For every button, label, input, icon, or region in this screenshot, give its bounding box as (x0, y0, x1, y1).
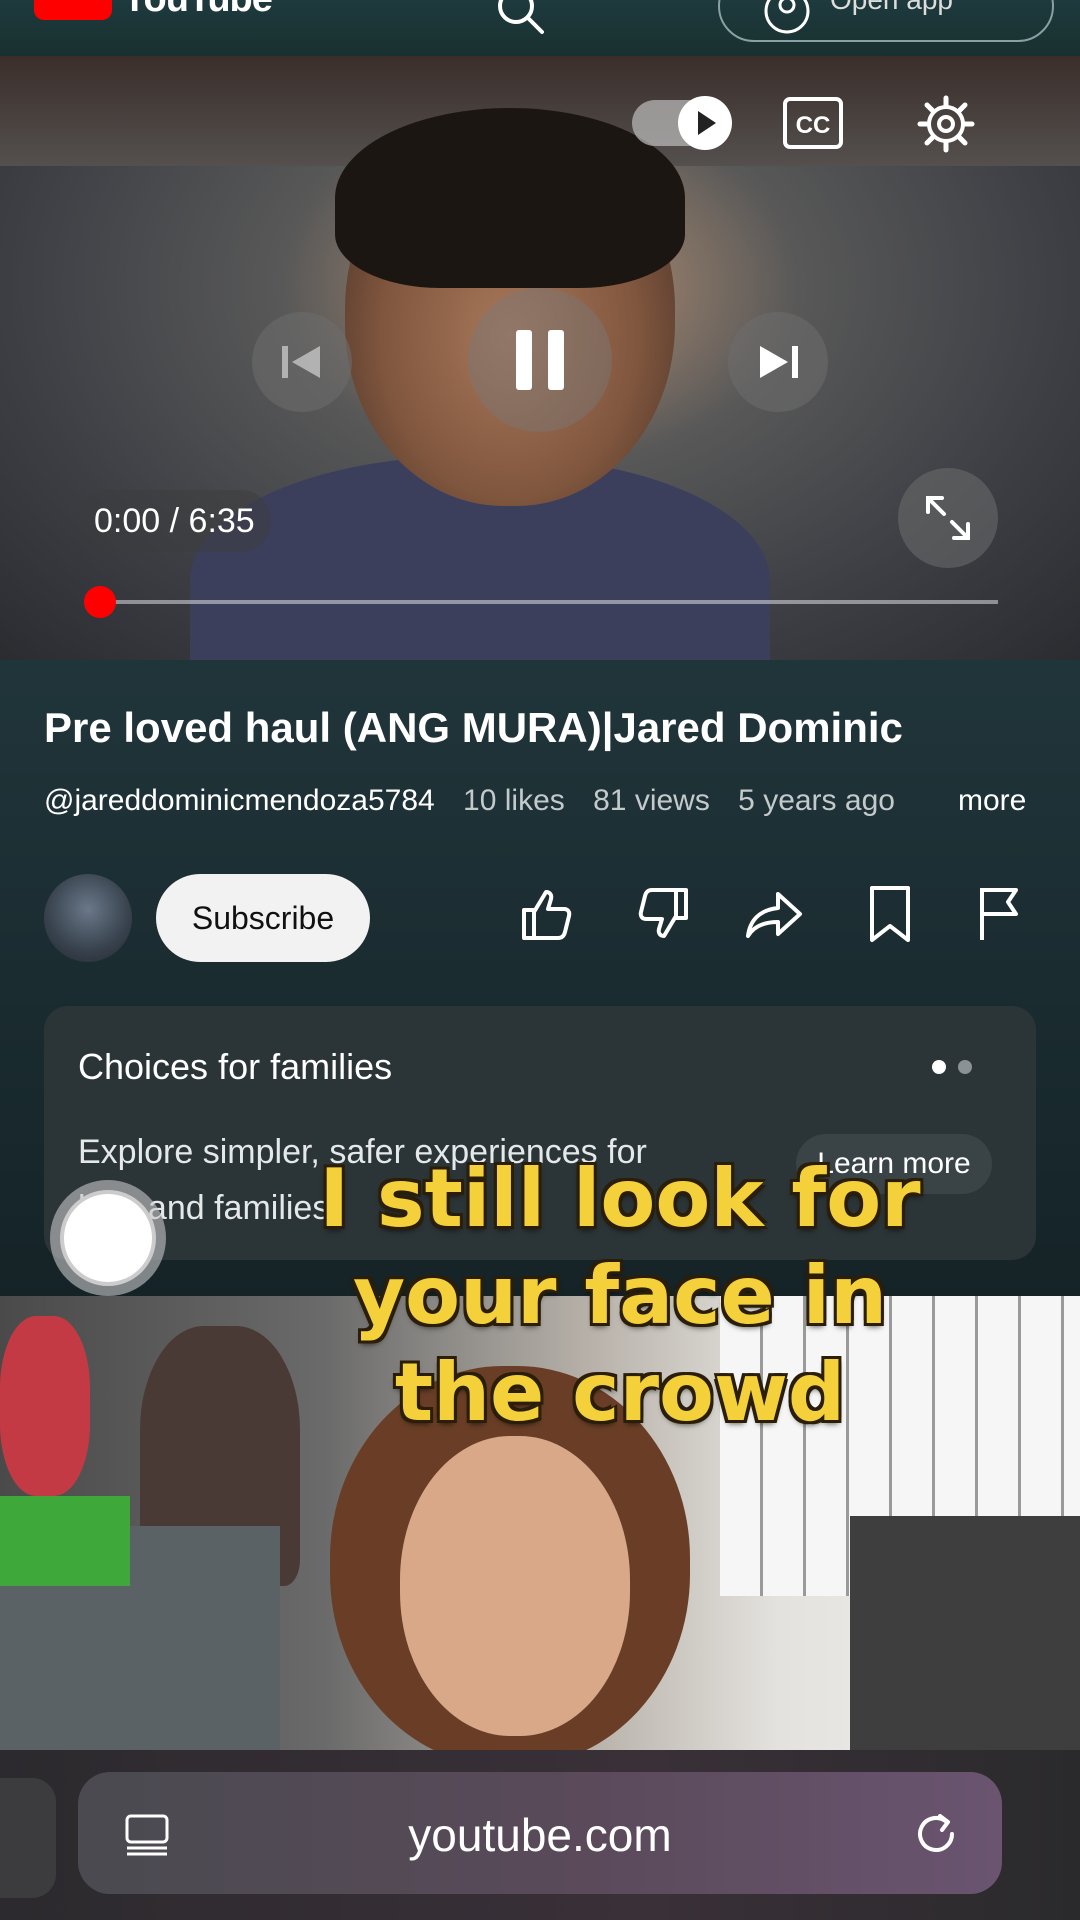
current-time: 0:00 (94, 502, 161, 540)
settings-gear-icon[interactable] (916, 94, 976, 154)
thumbnail-person-face (400, 1436, 630, 1736)
time-separator: / (169, 502, 180, 540)
carousel-dot (958, 1060, 972, 1074)
next-button[interactable] (728, 312, 828, 412)
subscribe-button[interactable]: Subscribe (156, 874, 370, 962)
autoplay-toggle[interactable] (632, 96, 732, 150)
assistive-touch-inner (64, 1194, 152, 1282)
thumbnail-red-object (0, 1316, 90, 1496)
pause-button[interactable] (468, 288, 612, 432)
views-count: 81 views (593, 784, 710, 817)
youtube-logo[interactable]: YouTube (34, 0, 273, 21)
youtube-logo-icon (34, 0, 112, 20)
channel-avatar[interactable] (44, 874, 132, 962)
report-flag-icon[interactable] (970, 882, 1034, 946)
carousel-dot-active (932, 1060, 946, 1074)
lyric-caption: I still look for your face in the crowd (319, 1152, 921, 1439)
more-link[interactable]: more (958, 784, 1026, 818)
fullscreen-icon (926, 496, 970, 540)
upload-age: 5 years ago (738, 784, 895, 817)
browser-bottom-bar: youtube.com (0, 1750, 1080, 1920)
account-icon (764, 0, 810, 34)
share-icon[interactable] (742, 882, 806, 946)
pause-icon (516, 330, 564, 390)
assistive-touch-button[interactable] (50, 1180, 166, 1296)
url-text[interactable]: youtube.com (78, 1808, 1002, 1862)
skip-next-icon (760, 346, 798, 378)
more-vert-icon[interactable] (640, 0, 664, 20)
open-app-label: Open app (830, 0, 953, 16)
thumbnail-green-object (0, 1496, 130, 1586)
logo-text: YouTube (122, 0, 273, 21)
reload-icon[interactable] (910, 1808, 962, 1860)
video-frame-hair (335, 108, 685, 288)
video-player[interactable]: CC 0:00 / 6:35 (0, 56, 1080, 660)
address-bar[interactable]: youtube.com (78, 1772, 1002, 1894)
progress-scrubber[interactable] (84, 586, 116, 618)
open-app-button[interactable]: Open app (718, 0, 1054, 42)
autoplay-knob (678, 96, 732, 150)
previous-button[interactable] (252, 312, 352, 412)
time-display: 0:00 / 6:35 (78, 490, 271, 552)
dislike-icon[interactable] (630, 882, 694, 946)
autoplay-play-icon (698, 111, 716, 135)
previous-tab-edge[interactable] (0, 1778, 56, 1898)
svg-text:CC: CC (796, 112, 831, 139)
carousel-dots (932, 1060, 984, 1079)
thumbnail-printer (850, 1516, 1080, 1750)
search-icon[interactable] (490, 0, 550, 40)
fullscreen-button[interactable] (898, 468, 998, 568)
video-meta[interactable]: @jareddominicmendoza5784 10 likes 81 vie… (44, 784, 1026, 818)
channel-handle[interactable]: @jareddominicmendoza5784 (44, 784, 435, 817)
top-app-bar: YouTube Open app (0, 0, 1080, 56)
likes-count: 10 likes (463, 784, 565, 817)
progress-bar[interactable] (96, 600, 998, 604)
captions-icon[interactable]: CC (782, 96, 844, 150)
skip-previous-icon (282, 346, 320, 378)
save-bookmark-icon[interactable] (858, 882, 922, 946)
card-title: Choices for families (78, 1046, 393, 1087)
video-title[interactable]: Pre loved haul (ANG MURA)|Jared Dominic (44, 704, 903, 752)
duration: 6:35 (188, 502, 255, 540)
like-icon[interactable] (516, 882, 580, 946)
